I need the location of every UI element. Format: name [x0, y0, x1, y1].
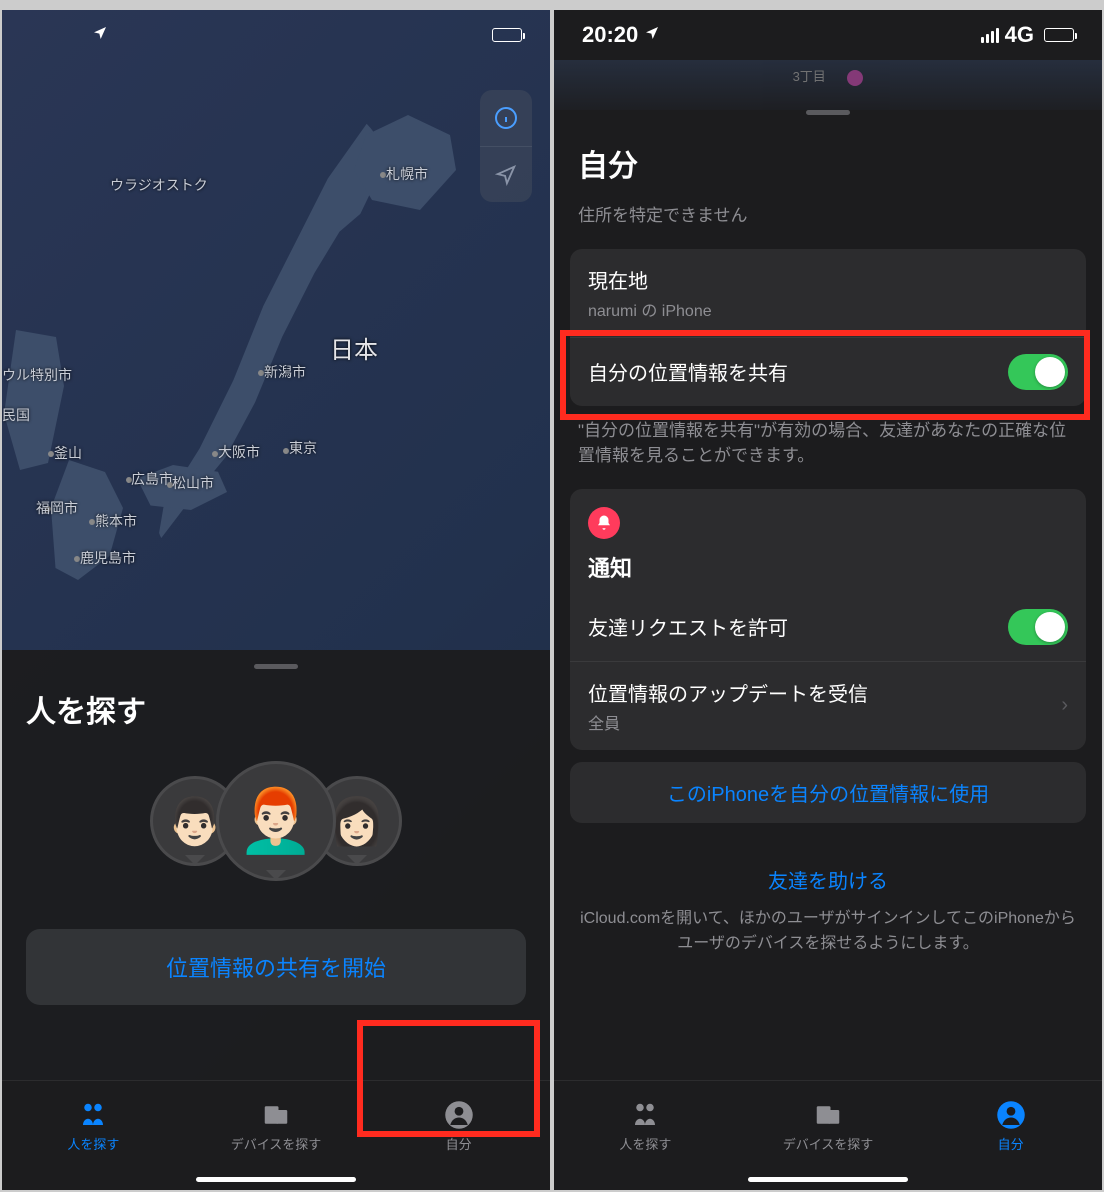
cell-link: このiPhoneを自分の位置情報に使用	[588, 778, 1068, 807]
poi-marker-icon	[847, 70, 863, 86]
settings-sheet[interactable]: 自分 住所を特定できません 現在地 narumi の iPhone 自分の位置情…	[554, 110, 1102, 1190]
avatar-cluster: 👨🏻 👨🏻‍🦰 👩🏻	[2, 749, 550, 911]
cell-label: 現在地	[588, 265, 712, 294]
start-sharing-button[interactable]: 位置情報の共有を開始	[26, 929, 526, 1005]
person-circle-icon	[996, 1100, 1026, 1130]
location-arrow-icon	[92, 25, 108, 46]
map-city-kumamoto[interactable]: 熊本市	[95, 511, 137, 531]
sheet-grabber[interactable]	[254, 664, 298, 669]
current-location-cell[interactable]: 現在地 narumi の iPhone	[570, 249, 1086, 337]
location-updates-cell[interactable]: 位置情報のアップデートを受信 全員 ›	[570, 661, 1086, 750]
battery-icon	[1044, 28, 1074, 42]
street-label: 3丁目	[793, 66, 826, 85]
notifications-group: 通知 友達リクエストを許可 位置情報のアップデートを受信 全員 ›	[570, 489, 1086, 750]
cell-label: 位置情報のアップデートを受信	[588, 678, 868, 707]
notifications-title: 通知	[588, 551, 1068, 583]
address-unavailable-text: 住所を特定できません	[554, 203, 1102, 249]
tab-label: 人を探す	[67, 1134, 119, 1153]
highlight-box	[560, 330, 1090, 420]
tab-me[interactable]: 自分	[919, 1081, 1102, 1190]
use-iphone-group: このiPhoneを自分の位置情報に使用	[570, 762, 1086, 823]
share-help-text: "自分の位置情報を共有"が有効の場合、友達があなたの正確な位置情報を見ることがで…	[554, 418, 1102, 489]
help-description: iCloud.comを開いて、ほかのユーザがサインインしてこのiPhoneからユ…	[578, 906, 1078, 957]
highlight-box	[357, 1020, 540, 1137]
map-city-osaka[interactable]: 大阪市	[218, 442, 260, 462]
tab-label: デバイスを探す	[231, 1134, 322, 1153]
map-locate-button[interactable]	[480, 146, 532, 202]
sheet-title: 人を探す	[2, 687, 550, 749]
cell-subtitle: narumi の iPhone	[588, 297, 712, 321]
status-bar: 20:20 4G	[554, 10, 1102, 60]
map-controls	[480, 90, 532, 202]
home-indicator[interactable]	[748, 1177, 908, 1182]
avatar[interactable]: 👨🏻‍🦰	[216, 761, 336, 881]
people-icon	[78, 1100, 108, 1130]
battery-icon	[492, 28, 522, 42]
map-city-niigata[interactable]: 新潟市	[264, 362, 306, 382]
map-city-korea[interactable]: 民国	[2, 405, 30, 425]
map-label-country[interactable]: 日本	[330, 330, 378, 365]
people-icon	[630, 1100, 660, 1130]
devices-icon	[813, 1100, 843, 1130]
phone-right: 20:20 4G 3丁目 自分 住所を特定できません 現在地	[554, 10, 1102, 1190]
sheet-title: 自分	[554, 133, 1102, 203]
use-this-iphone-cell[interactable]: このiPhoneを自分の位置情報に使用	[570, 762, 1086, 823]
map-city-matsuyama[interactable]: 松山市	[172, 473, 214, 493]
phone-left: 日本 札幌市 ウラジオストク 新潟市 東京 大阪市 広島市 松山市 福岡市 熊本…	[2, 10, 550, 1190]
devices-icon	[261, 1100, 291, 1130]
notifications-header: 通知	[570, 489, 1086, 593]
chevron-right-icon: ›	[1061, 694, 1068, 717]
network-label: 4G	[1005, 22, 1034, 48]
status-time: 20:20	[582, 22, 638, 48]
map-city-vladivostok[interactable]: ウラジオストク	[110, 175, 208, 195]
tab-devices[interactable]: デバイスを探す	[185, 1081, 368, 1190]
map-city-sapporo[interactable]: 札幌市	[386, 164, 428, 184]
map-city-tokyo[interactable]: 東京	[289, 438, 317, 458]
location-arrow-icon	[644, 25, 660, 46]
map-city-kagoshima[interactable]: 鹿児島市	[80, 548, 136, 568]
tab-bar: 人を探す デバイスを探す 自分	[554, 1080, 1102, 1190]
tab-label: 人を探す	[619, 1134, 671, 1153]
map-info-button[interactable]	[480, 90, 532, 146]
cell-label: 友達リクエストを許可	[588, 612, 788, 641]
cell-subtitle: 全員	[588, 710, 868, 734]
tab-label: デバイスを探す	[783, 1134, 874, 1153]
tab-label: 自分	[998, 1134, 1024, 1153]
tab-people[interactable]: 人を探す	[2, 1081, 185, 1190]
map-city-fukuoka[interactable]: 福岡市	[36, 498, 78, 518]
map-city-busan[interactable]: 釜山	[54, 443, 82, 463]
allow-friend-requests-cell: 友達リクエストを許可	[570, 593, 1086, 661]
home-indicator[interactable]	[196, 1177, 356, 1182]
tab-people[interactable]: 人を探す	[554, 1081, 737, 1190]
help-friend-link[interactable]: 友達を助ける	[578, 865, 1078, 894]
sheet-grabber[interactable]	[806, 110, 850, 115]
bell-icon	[588, 507, 620, 539]
help-friend-section: 友達を助ける iCloud.comを開いて、ほかのユーザがサインインしてこのiP…	[554, 835, 1102, 987]
allow-requests-toggle[interactable]	[1008, 609, 1068, 645]
map-city-seoul[interactable]: ウル特別市	[2, 365, 72, 385]
tab-devices[interactable]: デバイスを探す	[737, 1081, 920, 1190]
signal-icon	[981, 28, 999, 43]
